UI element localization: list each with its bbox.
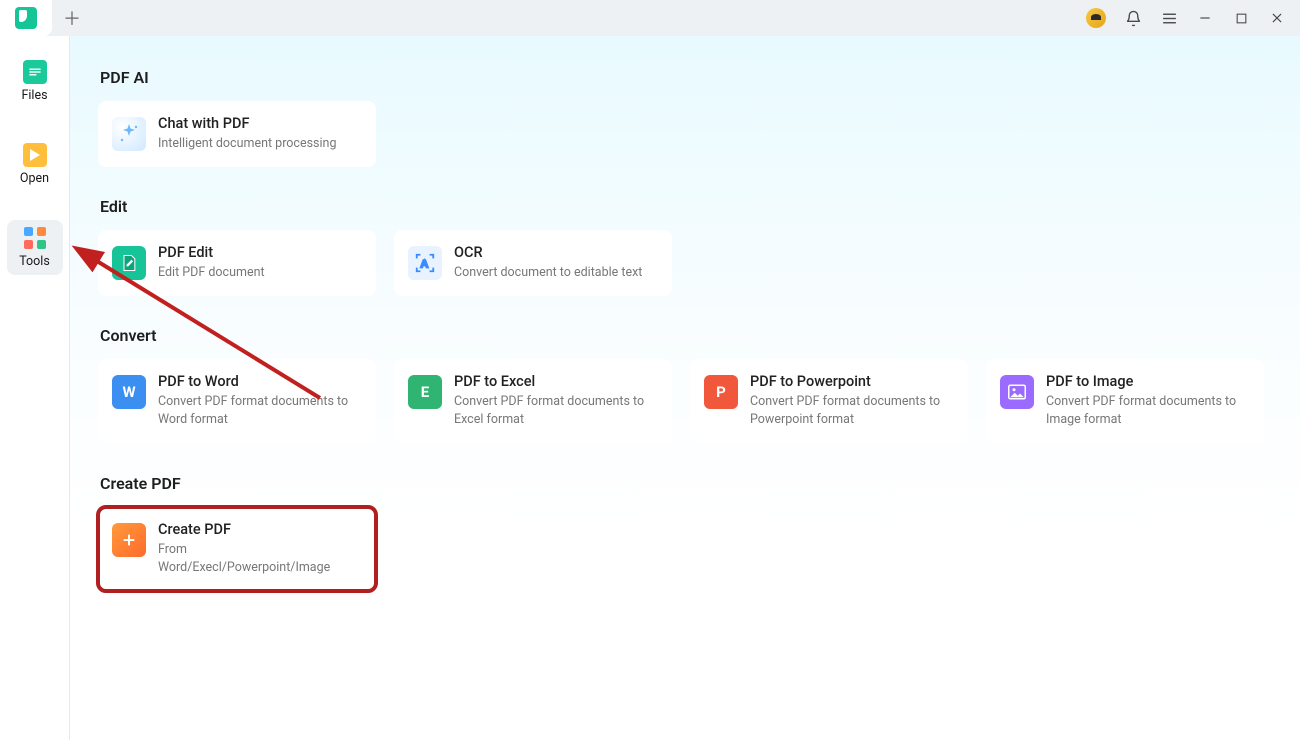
svg-text:A: A	[420, 259, 428, 271]
card-pdf-to-word[interactable]: W PDF to Word Convert PDF format documen…	[98, 359, 376, 443]
user-avatar[interactable]	[1086, 8, 1106, 28]
ocr-icon: A	[408, 246, 442, 280]
sidebar-label: Files	[21, 88, 47, 103]
card-title: Create PDF	[158, 521, 362, 538]
menu-icon[interactable]	[1160, 9, 1178, 27]
powerpoint-icon: P	[704, 375, 738, 409]
sidebar-item-open[interactable]: Open	[7, 137, 63, 192]
card-title: Chat with PDF	[158, 115, 336, 132]
card-chat-with-pdf[interactable]: Chat with PDF Intelligent document proce…	[98, 101, 376, 167]
sidebar: Files Open Tools	[0, 36, 70, 740]
sidebar-item-files[interactable]: Files	[7, 54, 63, 109]
card-pdf-edit[interactable]: PDF Edit Edit PDF document	[98, 230, 376, 296]
card-title: OCR	[454, 244, 642, 261]
card-desc: From Word/Execl/Powerpoint/Image	[158, 541, 362, 577]
new-tab-button[interactable]: ＋	[52, 0, 92, 36]
card-title: PDF to Image	[1046, 373, 1250, 390]
card-pdf-to-powerpoint[interactable]: P PDF to Powerpoint Convert PDF format d…	[690, 359, 968, 443]
word-icon: W	[112, 375, 146, 409]
card-pdf-to-excel[interactable]: E PDF to Excel Convert PDF format docume…	[394, 359, 672, 443]
close-button[interactable]	[1268, 9, 1286, 27]
open-icon	[23, 143, 47, 167]
create-pdf-icon	[112, 523, 146, 557]
card-desc: Convert PDF format documents to Excel fo…	[454, 393, 658, 429]
image-icon	[1000, 375, 1034, 409]
card-title: PDF Edit	[158, 244, 265, 261]
app-logo-icon	[15, 7, 37, 29]
card-title: PDF to Word	[158, 373, 362, 390]
section-title-convert: Convert	[100, 326, 1272, 345]
main-content: PDF AI Chat with PDF Intelligent documen…	[70, 36, 1300, 740]
card-desc: Intelligent document processing	[158, 135, 336, 153]
sidebar-label: Tools	[19, 254, 50, 269]
card-pdf-to-image[interactable]: PDF to Image Convert PDF format document…	[986, 359, 1264, 443]
section-title-pdf-ai: PDF AI	[100, 68, 1272, 87]
card-desc: Convert PDF format documents to Word for…	[158, 393, 362, 429]
excel-icon: E	[408, 375, 442, 409]
card-desc: Edit PDF document	[158, 264, 265, 282]
maximize-button[interactable]	[1232, 9, 1250, 27]
ai-sparkle-icon	[112, 117, 146, 151]
section-title-create: Create PDF	[100, 474, 1272, 493]
sidebar-label: Open	[20, 171, 49, 186]
pdf-edit-icon	[112, 246, 146, 280]
card-desc: Convert PDF format documents to Powerpoi…	[750, 393, 954, 429]
card-title: PDF to Excel	[454, 373, 658, 390]
card-desc: Convert PDF format documents to Image fo…	[1046, 393, 1250, 429]
section-title-edit: Edit	[100, 197, 1272, 216]
app-tab[interactable]	[0, 0, 52, 36]
titlebar: ＋	[0, 0, 1300, 36]
card-ocr[interactable]: A OCR Convert document to editable text	[394, 230, 672, 296]
notifications-icon[interactable]	[1124, 9, 1142, 27]
card-desc: Convert document to editable text	[454, 264, 642, 282]
card-create-pdf[interactable]: Create PDF From Word/Execl/Powerpoint/Im…	[98, 507, 376, 591]
card-title: PDF to Powerpoint	[750, 373, 954, 390]
tools-icon	[23, 226, 47, 250]
titlebar-right	[1086, 8, 1300, 28]
minimize-button[interactable]	[1196, 9, 1214, 27]
sidebar-item-tools[interactable]: Tools	[7, 220, 63, 275]
files-icon	[23, 60, 47, 84]
